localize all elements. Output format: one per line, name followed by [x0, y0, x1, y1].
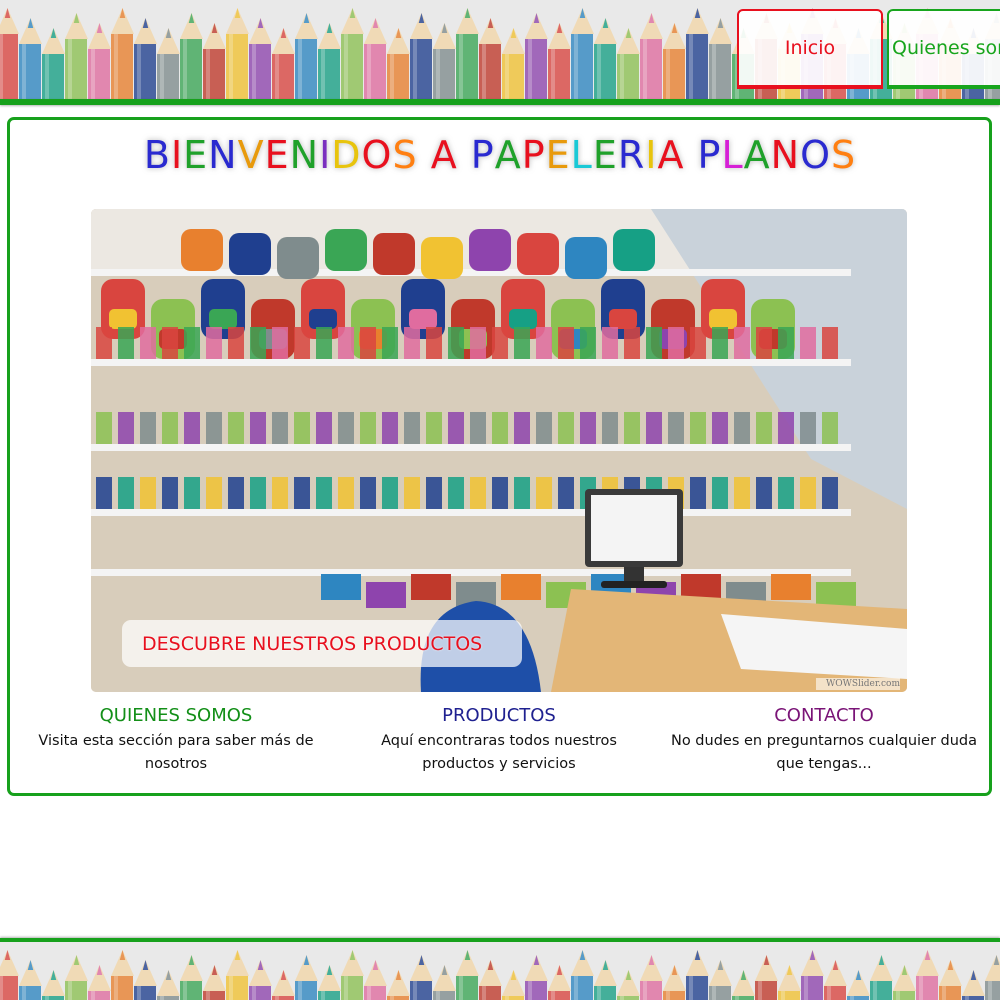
title-letter: E [183, 133, 209, 177]
section-text-contacto: No dudes en preguntarnos cualquier duda … [670, 733, 978, 772]
title-letter: A [430, 133, 458, 177]
title-letter: P [697, 133, 722, 177]
title-letter [418, 133, 431, 177]
section-title-productos[interactable]: PRODUCTOS [370, 704, 628, 728]
title-letter: E [545, 133, 571, 177]
title-letter: P [470, 133, 495, 177]
section-title-contacto[interactable]: CONTACTO [660, 704, 988, 728]
slider-credit[interactable]: WOWSlider.com [816, 678, 900, 690]
title-letter: N [289, 133, 320, 177]
nav-tab-inicio[interactable]: Inicio [737, 9, 883, 89]
title-letter: N [770, 133, 801, 177]
title-letter: I [170, 133, 184, 177]
section-quienes-somos: QUIENES SOMOS Visita esta sección para s… [30, 704, 322, 776]
title-letter: A [494, 133, 522, 177]
section-text-productos: Aquí encontraras todos nuestros producto… [381, 733, 617, 772]
section-text-quienes-somos: Visita esta sección para saber más de no… [38, 733, 314, 772]
title-letter: E [264, 133, 290, 177]
title-letter: O [361, 133, 393, 177]
title-letter: N [208, 133, 238, 177]
title-letter: I [645, 133, 658, 177]
page-title: BIENVENIDOS A PAPELERIA PLANOS [0, 133, 1000, 177]
title-letter: E [592, 133, 618, 177]
title-letter: S [392, 133, 418, 177]
title-letter [684, 133, 697, 177]
title-letter: V [237, 133, 265, 177]
slide-caption-link[interactable]: DESCUBRE NUESTROS PRODUCTOS [122, 620, 522, 667]
header-divider [0, 99, 1000, 105]
title-letter: R [617, 133, 646, 177]
title-letter: O [800, 133, 831, 177]
title-letter: A [657, 133, 685, 177]
title-letter: S [831, 133, 857, 177]
title-letter: P [521, 133, 546, 177]
title-letter: L [721, 133, 744, 177]
pencil-illustration [0, 950, 1000, 1000]
title-letter: I [319, 133, 332, 177]
title-letter: A [743, 133, 771, 177]
title-letter: B [143, 133, 171, 177]
section-productos: PRODUCTOS Aquí encontraras todos nuestro… [370, 704, 628, 776]
title-letter [458, 133, 471, 177]
title-letter: D [331, 133, 362, 177]
section-contacto: CONTACTO No dudes en preguntarnos cualqu… [660, 704, 988, 776]
section-title-quienes-somos[interactable]: QUIENES SOMOS [30, 704, 322, 728]
nav-tab-quienes-somos[interactable]: Quienes somos [887, 9, 1000, 89]
footer-pencil-banner [0, 942, 1000, 1000]
title-letter: L [570, 133, 593, 177]
